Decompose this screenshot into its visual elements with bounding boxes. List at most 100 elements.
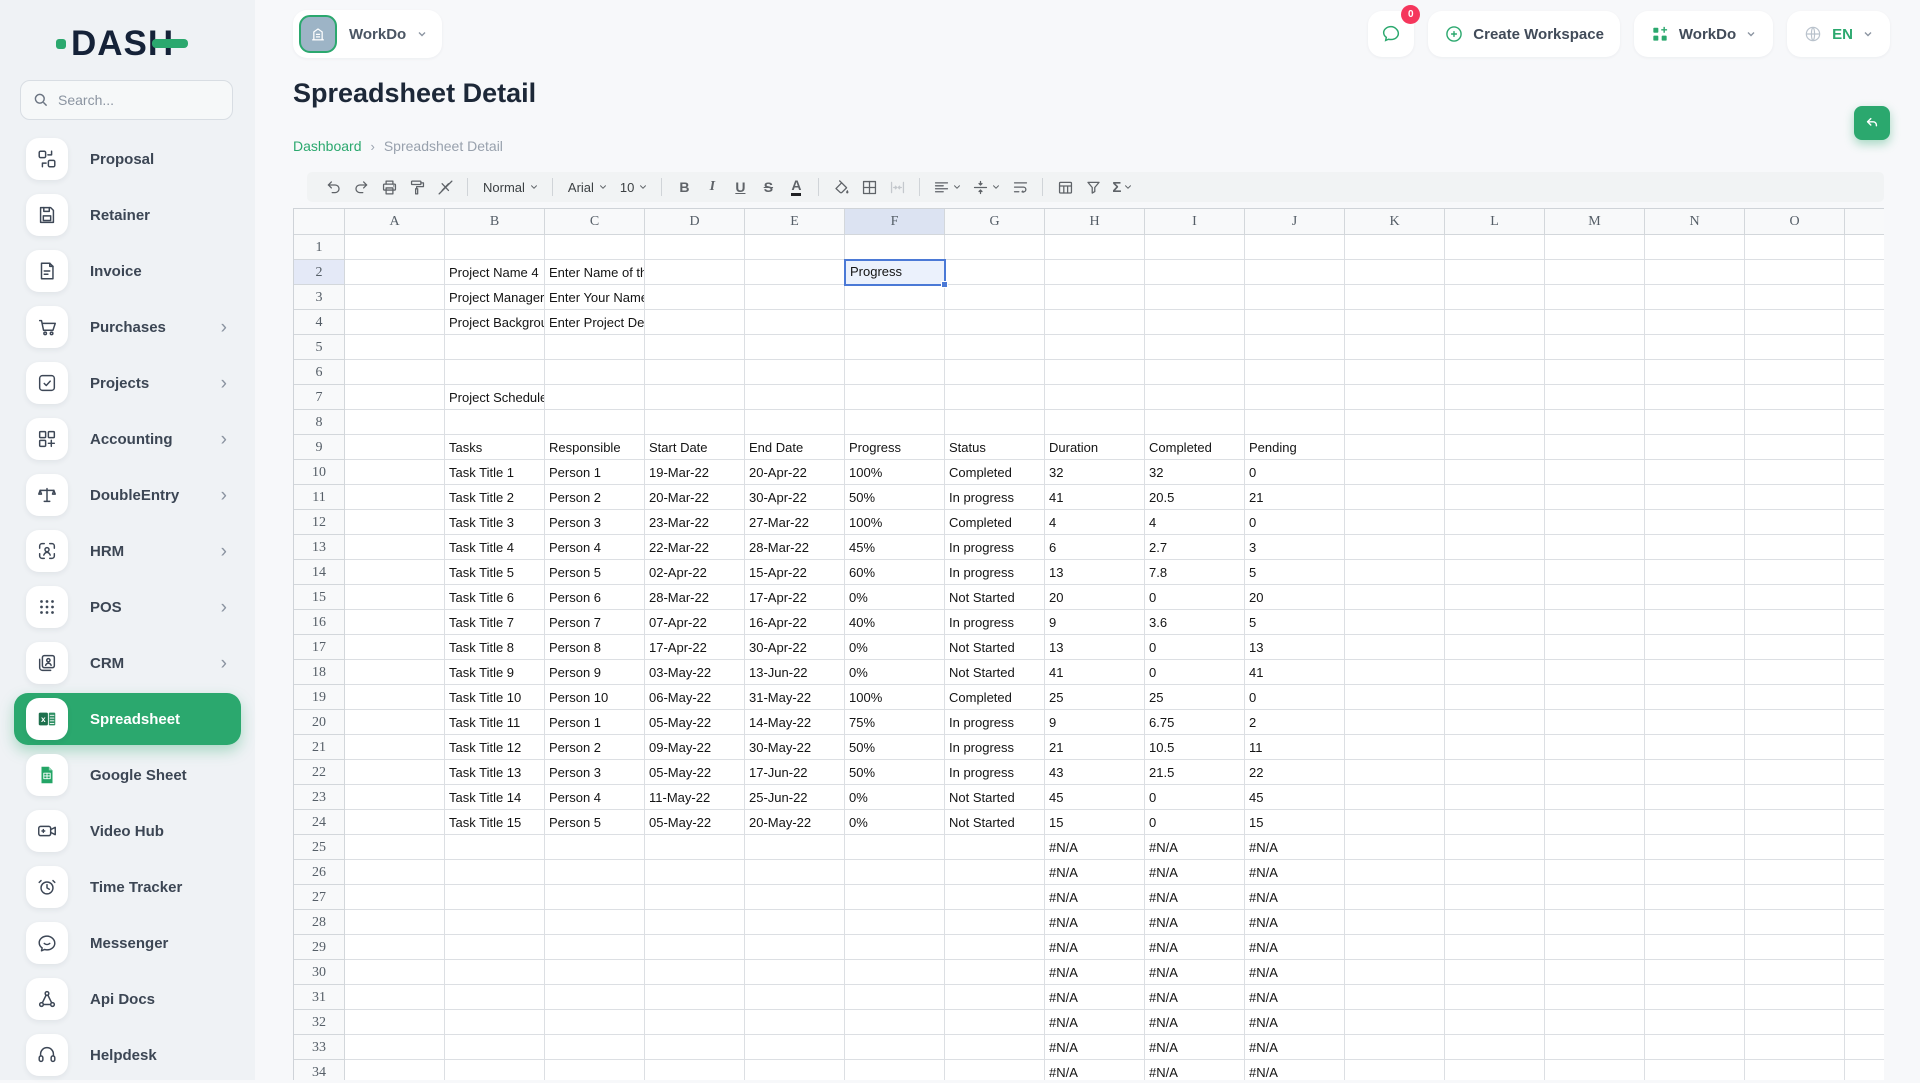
grid-cell-F22[interactable]: 50%	[845, 760, 945, 785]
grid-cell-B8[interactable]	[445, 410, 545, 435]
grid-cell-M3[interactable]	[1545, 285, 1645, 310]
grid-cell-B28[interactable]	[445, 910, 545, 935]
grid-cell-F24[interactable]: 0%	[845, 810, 945, 835]
grid-cell-K14[interactable]	[1345, 560, 1445, 585]
grid-cell-partial[interactable]	[1845, 885, 1884, 910]
grid-cell-E3[interactable]	[745, 285, 845, 310]
grid-cell-F11[interactable]: 50%	[845, 485, 945, 510]
grid-cell-A29[interactable]	[345, 935, 445, 960]
grid-cell-D3[interactable]	[645, 285, 745, 310]
sidebar-item-spreadsheet[interactable]: xSpreadsheet	[14, 693, 241, 745]
grid-cell-M16[interactable]	[1545, 610, 1645, 635]
grid-cell-M8[interactable]	[1545, 410, 1645, 435]
grid-cell-partial[interactable]	[1845, 310, 1884, 335]
grid-cell-L18[interactable]	[1445, 660, 1545, 685]
grid-cell-H16[interactable]: 9	[1045, 610, 1145, 635]
grid-cell-E5[interactable]	[745, 335, 845, 360]
grid-cell-D2[interactable]	[645, 260, 745, 285]
grid-cell-partial[interactable]	[1845, 985, 1884, 1010]
grid-cell-G3[interactable]	[945, 285, 1045, 310]
grid-cell-F17[interactable]: 0%	[845, 635, 945, 660]
grid-cell-B6[interactable]	[445, 360, 545, 385]
grid-cell-G23[interactable]: Not Started	[945, 785, 1045, 810]
grid-cell-E2[interactable]	[745, 260, 845, 285]
column-header-B[interactable]: B	[445, 209, 545, 235]
grid-cell-L8[interactable]	[1445, 410, 1545, 435]
grid-cell-D34[interactable]	[645, 1060, 745, 1080]
grid-cell-B11[interactable]: Task Title 2	[445, 485, 545, 510]
grid-cell-M4[interactable]	[1545, 310, 1645, 335]
grid-cell-D28[interactable]	[645, 910, 745, 935]
grid-cell-I2[interactable]	[1145, 260, 1245, 285]
grid-cell-L23[interactable]	[1445, 785, 1545, 810]
grid-cell-L5[interactable]	[1445, 335, 1545, 360]
row-header-8[interactable]: 8	[294, 410, 345, 435]
grid-cell-H33[interactable]: #N/A	[1045, 1035, 1145, 1060]
grid-cell-C18[interactable]: Person 9	[545, 660, 645, 685]
grid-cell-partial[interactable]	[1845, 910, 1884, 935]
row-header-18[interactable]: 18	[294, 660, 345, 685]
grid-cell-N31[interactable]	[1645, 985, 1745, 1010]
paint-format-button[interactable]	[405, 175, 429, 199]
grid-cell-H14[interactable]: 13	[1045, 560, 1145, 585]
grid-cell-E31[interactable]	[745, 985, 845, 1010]
grid-cell-C1[interactable]	[545, 235, 645, 260]
sidebar-item-projects[interactable]: Projects›	[14, 355, 241, 411]
grid-cell-L10[interactable]	[1445, 460, 1545, 485]
fill-color-button[interactable]	[829, 175, 853, 199]
grid-cell-B22[interactable]: Task Title 13	[445, 760, 545, 785]
grid-cell-M20[interactable]	[1545, 710, 1645, 735]
grid-cell-K26[interactable]	[1345, 860, 1445, 885]
grid-cell-partial[interactable]	[1845, 360, 1884, 385]
grid-cell-B12[interactable]: Task Title 3	[445, 510, 545, 535]
grid-cell-H28[interactable]: #N/A	[1045, 910, 1145, 935]
grid-cell-F6[interactable]	[845, 360, 945, 385]
strikethrough-button[interactable]: S	[756, 175, 780, 199]
grid-cell-I21[interactable]: 10.5	[1145, 735, 1245, 760]
grid-cell-B23[interactable]: Task Title 14	[445, 785, 545, 810]
grid-cell-G33[interactable]	[945, 1035, 1045, 1060]
app-logo[interactable]: DASH	[56, 26, 188, 61]
grid-cell-L15[interactable]	[1445, 585, 1545, 610]
grid-cell-F27[interactable]	[845, 885, 945, 910]
grid-cell-J8[interactable]	[1245, 410, 1345, 435]
grid-cell-C17[interactable]: Person 8	[545, 635, 645, 660]
grid-cell-H32[interactable]: #N/A	[1045, 1010, 1145, 1035]
grid-cell-K15[interactable]	[1345, 585, 1445, 610]
grid-cell-G31[interactable]	[945, 985, 1045, 1010]
grid-cell-C30[interactable]	[545, 960, 645, 985]
column-header-A[interactable]: A	[345, 209, 445, 235]
grid-cell-B2[interactable]: Project Name 4	[445, 260, 545, 285]
grid-cell-partial[interactable]	[1845, 860, 1884, 885]
grid-cell-J9[interactable]: Pending	[1245, 435, 1345, 460]
grid-cell-B4[interactable]: Project Background	[445, 310, 545, 335]
grid-cell-E24[interactable]: 20-May-22	[745, 810, 845, 835]
selected-cell[interactable]: Progress	[844, 259, 946, 286]
grid-cell-A5[interactable]	[345, 335, 445, 360]
grid-cell-H26[interactable]: #N/A	[1045, 860, 1145, 885]
grid-cell-B20[interactable]: Task Title 11	[445, 710, 545, 735]
grid-cell-J24[interactable]: 15	[1245, 810, 1345, 835]
grid-cell-K32[interactable]	[1345, 1010, 1445, 1035]
grid-cell-I4[interactable]	[1145, 310, 1245, 335]
grid-cell-J4[interactable]	[1245, 310, 1345, 335]
grid-cell-B19[interactable]: Task Title 10	[445, 685, 545, 710]
grid-cell-J15[interactable]: 20	[1245, 585, 1345, 610]
grid-cell-C26[interactable]	[545, 860, 645, 885]
grid-cell-G1[interactable]	[945, 235, 1045, 260]
grid-cell-H20[interactable]: 9	[1045, 710, 1145, 735]
grid-cell-E30[interactable]	[745, 960, 845, 985]
column-header-I[interactable]: I	[1145, 209, 1245, 235]
grid-cell-A27[interactable]	[345, 885, 445, 910]
redo-button[interactable]	[349, 175, 373, 199]
sidebar-item-google-sheet[interactable]: Google Sheet	[14, 747, 241, 803]
grid-cell-J26[interactable]: #N/A	[1245, 860, 1345, 885]
grid-cell-M27[interactable]	[1545, 885, 1645, 910]
sidebar-item-hrm[interactable]: HRM›	[14, 523, 241, 579]
grid-cell-I28[interactable]: #N/A	[1145, 910, 1245, 935]
grid-cell-O3[interactable]	[1745, 285, 1845, 310]
grid-cell-I29[interactable]: #N/A	[1145, 935, 1245, 960]
grid-cell-F5[interactable]	[845, 335, 945, 360]
grid-cell-B33[interactable]	[445, 1035, 545, 1060]
grid-cell-E18[interactable]: 13-Jun-22	[745, 660, 845, 685]
